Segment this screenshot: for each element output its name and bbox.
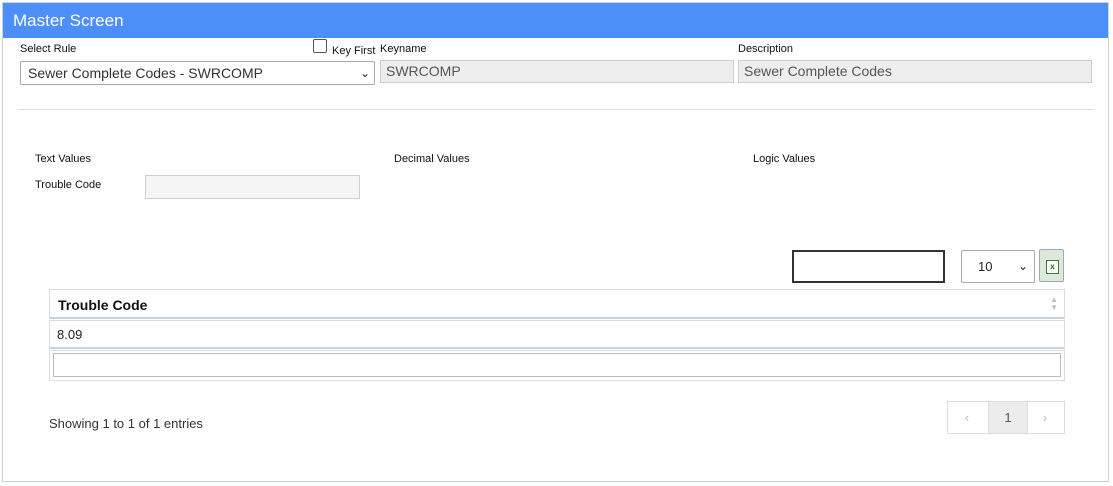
- master-screen-panel: Master Screen Select Rule Sewer Complete…: [2, 2, 1109, 482]
- description-field[interactable]: Sewer Complete Codes: [738, 60, 1092, 83]
- divider: [19, 109, 1093, 110]
- table-row[interactable]: 8.09: [49, 320, 1065, 349]
- select-rule-label: Select Rule: [20, 43, 77, 55]
- description-label: Description: [738, 43, 794, 55]
- select-rule-value: Sewer Complete Codes - SWRCOMP: [28, 65, 263, 81]
- column-filter-input[interactable]: [53, 353, 1061, 377]
- key-first-label: Key First: [332, 45, 376, 57]
- pagination-next[interactable]: ›: [1026, 402, 1064, 433]
- trouble-code-input[interactable]: [145, 175, 360, 199]
- key-first-checkbox[interactable]: [313, 39, 327, 53]
- page-size-select[interactable]: 10 ⌄: [961, 250, 1035, 283]
- select-rule-dropdown[interactable]: Sewer Complete Codes - SWRCOMP ⌄: [20, 61, 375, 85]
- sort-icon: ▲ ▼: [1050, 295, 1058, 312]
- excel-export-button[interactable]: x: [1039, 249, 1064, 282]
- pagination: ‹ 1 ›: [947, 401, 1065, 434]
- chevron-down-icon: ⌄: [1017, 259, 1028, 273]
- logic-values-label: Logic Values: [753, 153, 816, 165]
- page-size-value: 10: [978, 259, 993, 274]
- excel-export-icon: x: [1046, 260, 1059, 274]
- table-info: Showing 1 to 1 of 1 entries: [49, 416, 203, 431]
- table-header[interactable]: Trouble Code ▲ ▼: [49, 289, 1065, 319]
- text-values-label: Text Values: [35, 153, 92, 165]
- page-title: Master Screen: [3, 3, 1108, 38]
- chevron-down-icon: ⌄: [359, 66, 370, 80]
- trouble-code-label: Trouble Code: [35, 179, 102, 191]
- decimal-values-label: Decimal Values: [394, 153, 470, 165]
- keyname-label: Keyname: [380, 43, 427, 55]
- pagination-previous[interactable]: ‹: [948, 402, 986, 433]
- pagination-page-1[interactable]: 1: [988, 402, 1028, 433]
- grid-search-input[interactable]: [792, 250, 945, 283]
- column-filter-row: [49, 350, 1065, 381]
- column-header-trouble-code[interactable]: Trouble Code: [58, 297, 147, 313]
- keyname-field[interactable]: SWRCOMP: [380, 60, 734, 83]
- table-cell: 8.09: [57, 327, 83, 342]
